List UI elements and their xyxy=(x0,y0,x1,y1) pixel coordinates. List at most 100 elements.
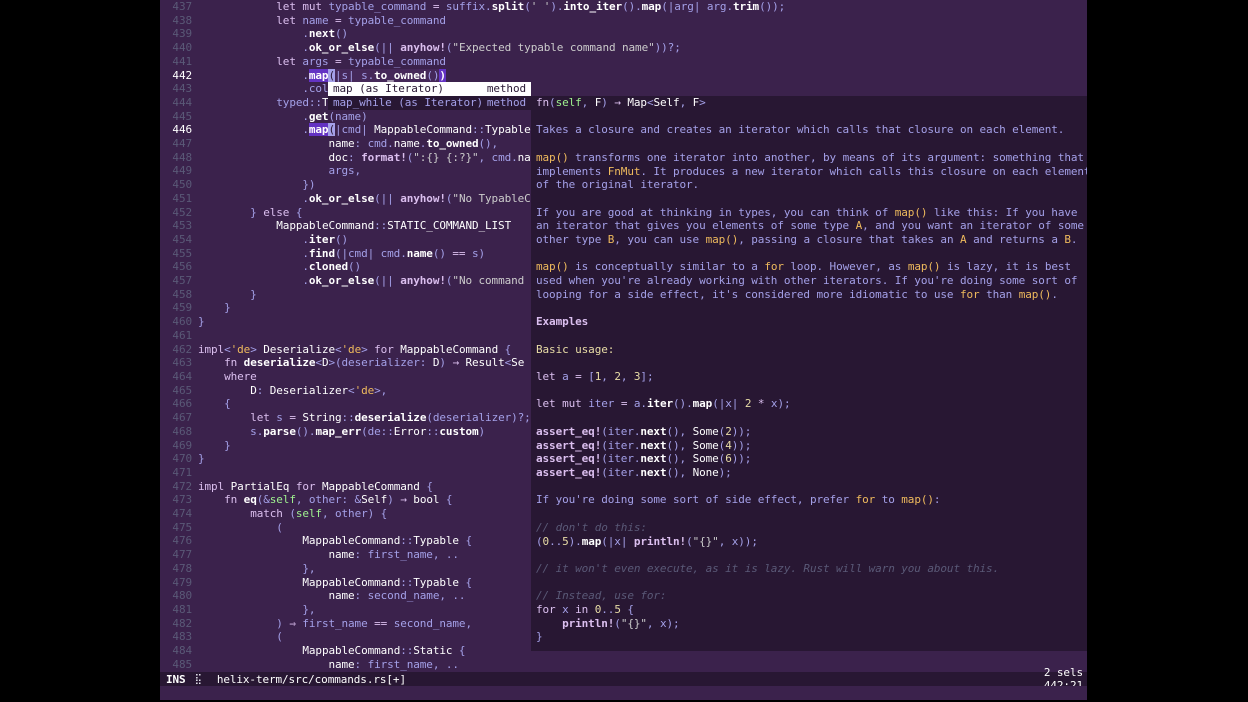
doc-line: other type B, you can use map(), passing… xyxy=(536,233,1087,247)
token: . xyxy=(198,274,309,287)
token: , cmd. xyxy=(479,151,518,164)
line-number: 477 xyxy=(160,548,192,562)
code-line[interactable]: 442 .map(|s| s.to_owned()) xyxy=(160,69,1087,83)
code-text: { xyxy=(198,397,231,411)
token: == xyxy=(452,247,465,260)
token: )); xyxy=(732,425,752,438)
token: Static xyxy=(413,644,452,657)
token: : cmd. xyxy=(355,137,394,150)
token: iter xyxy=(582,397,621,410)
primary-selection: ) xyxy=(439,69,446,82)
completion-item[interactable]: map_while (as Iterator)method xyxy=(328,96,531,110)
token: } xyxy=(198,439,231,452)
token: 'de xyxy=(231,343,251,356)
token: , and you want an iterator of some xyxy=(862,219,1084,232)
token: deserialize xyxy=(355,411,427,424)
token: : xyxy=(934,493,941,506)
token: , other) { xyxy=(322,507,387,520)
token: assert_eq! xyxy=(536,452,601,465)
token: MappableCommand xyxy=(400,343,498,356)
token: () xyxy=(335,27,348,40)
token: { xyxy=(439,493,452,506)
token: name xyxy=(328,589,354,602)
code-line[interactable]: 439 .next() xyxy=(160,27,1087,41)
token: anyhow! xyxy=(400,274,446,287)
token: "{}" xyxy=(621,617,647,630)
token: If you are good at thinking in types, yo… xyxy=(536,206,895,219)
code-line[interactable]: 440 .ok_or_else(|| anyhow!("Expected typ… xyxy=(160,41,1087,55)
code-text: } xyxy=(198,452,205,466)
token: eq xyxy=(244,493,257,506)
token: map() xyxy=(901,493,934,506)
code-text: typed::T xyxy=(198,96,328,110)
token: { xyxy=(452,644,465,657)
token: na xyxy=(518,151,531,164)
code-text: name: first_name, .. xyxy=(198,548,459,562)
token: find xyxy=(309,247,335,260)
token: Takes a closure and creates an iterator … xyxy=(536,123,1064,136)
line-number: 481 xyxy=(160,603,192,617)
token: . xyxy=(198,69,309,82)
completion-kind: method xyxy=(487,96,526,110)
token: assert_eq! xyxy=(536,425,601,438)
line-number: 478 xyxy=(160,562,192,576)
code-line[interactable]: 438 let name = typable_command xyxy=(160,14,1087,28)
token: deserialize xyxy=(244,356,316,369)
code-text: MappableCommand::Static { xyxy=(198,644,465,658)
token: map xyxy=(693,397,713,410)
primary-selection: map xyxy=(309,123,329,136)
token: an iterator that gives you elements of s… xyxy=(536,219,856,232)
line-number: 469 xyxy=(160,439,192,453)
token: iter xyxy=(309,233,335,246)
token: , other: & xyxy=(296,493,361,506)
doc-line: implements FnMut. It produces a new iter… xyxy=(536,165,1087,179)
token: used when you're already working with ot… xyxy=(536,274,1077,287)
token: println! xyxy=(562,617,614,630)
token: mut xyxy=(562,397,582,410)
code-line[interactable]: 441 let args = typable_command xyxy=(160,55,1087,69)
code-text: ( xyxy=(198,630,283,644)
code-text: }) xyxy=(198,178,315,192)
token: (|x| xyxy=(712,397,745,410)
token: is lazy, it is best xyxy=(940,260,1070,273)
code-line[interactable]: 437 let mut typable_command = suffix.spl… xyxy=(160,0,1087,14)
token: loop. However, as xyxy=(784,260,908,273)
doc-line: looping for a side effect, it's consider… xyxy=(536,288,1087,302)
token: // don't do this: xyxy=(536,521,647,534)
token xyxy=(198,493,224,506)
code-text: impl<'de> Deserialize<'de> for MappableC… xyxy=(198,343,511,357)
code-text: let mut typable_command = suffix.split('… xyxy=(198,0,785,14)
token xyxy=(198,14,276,27)
doc-line xyxy=(536,356,1087,370)
code-line[interactable]: 443 .col xyxy=(160,82,1087,96)
token: typable_command xyxy=(342,55,446,68)
primary-selection: map xyxy=(309,69,329,82)
token: anyhow! xyxy=(400,41,446,54)
token: MappableCommand xyxy=(302,534,400,547)
token xyxy=(198,137,328,150)
code-text: D: Deserializer<'de>, xyxy=(198,384,387,398)
completion-item[interactable]: map (as Iterator)method xyxy=(328,82,531,96)
code-line[interactable]: 485 name: first_name, .. xyxy=(160,658,1087,672)
token: (iter. xyxy=(601,439,640,452)
completion-kind: method xyxy=(487,82,526,96)
line-number: 479 xyxy=(160,576,192,590)
token: for xyxy=(764,260,784,273)
token: ) xyxy=(439,356,452,369)
token: { xyxy=(498,343,511,356)
token: is conceptually similar to a xyxy=(569,260,765,273)
line-number: 476 xyxy=(160,534,192,548)
line-number: 445 xyxy=(160,110,192,124)
token: self xyxy=(556,96,582,109)
command-line xyxy=(160,686,1087,700)
token: a xyxy=(556,370,576,383)
token: typable_command xyxy=(342,14,446,27)
token: Typable xyxy=(413,534,459,547)
token: }, xyxy=(198,603,315,616)
token: ok_or_else xyxy=(309,274,374,287)
line-number: 462 xyxy=(160,343,192,357)
token: (& xyxy=(257,493,270,506)
token: ( xyxy=(198,521,283,534)
token: "No command xyxy=(452,274,530,287)
token: map() xyxy=(908,260,941,273)
